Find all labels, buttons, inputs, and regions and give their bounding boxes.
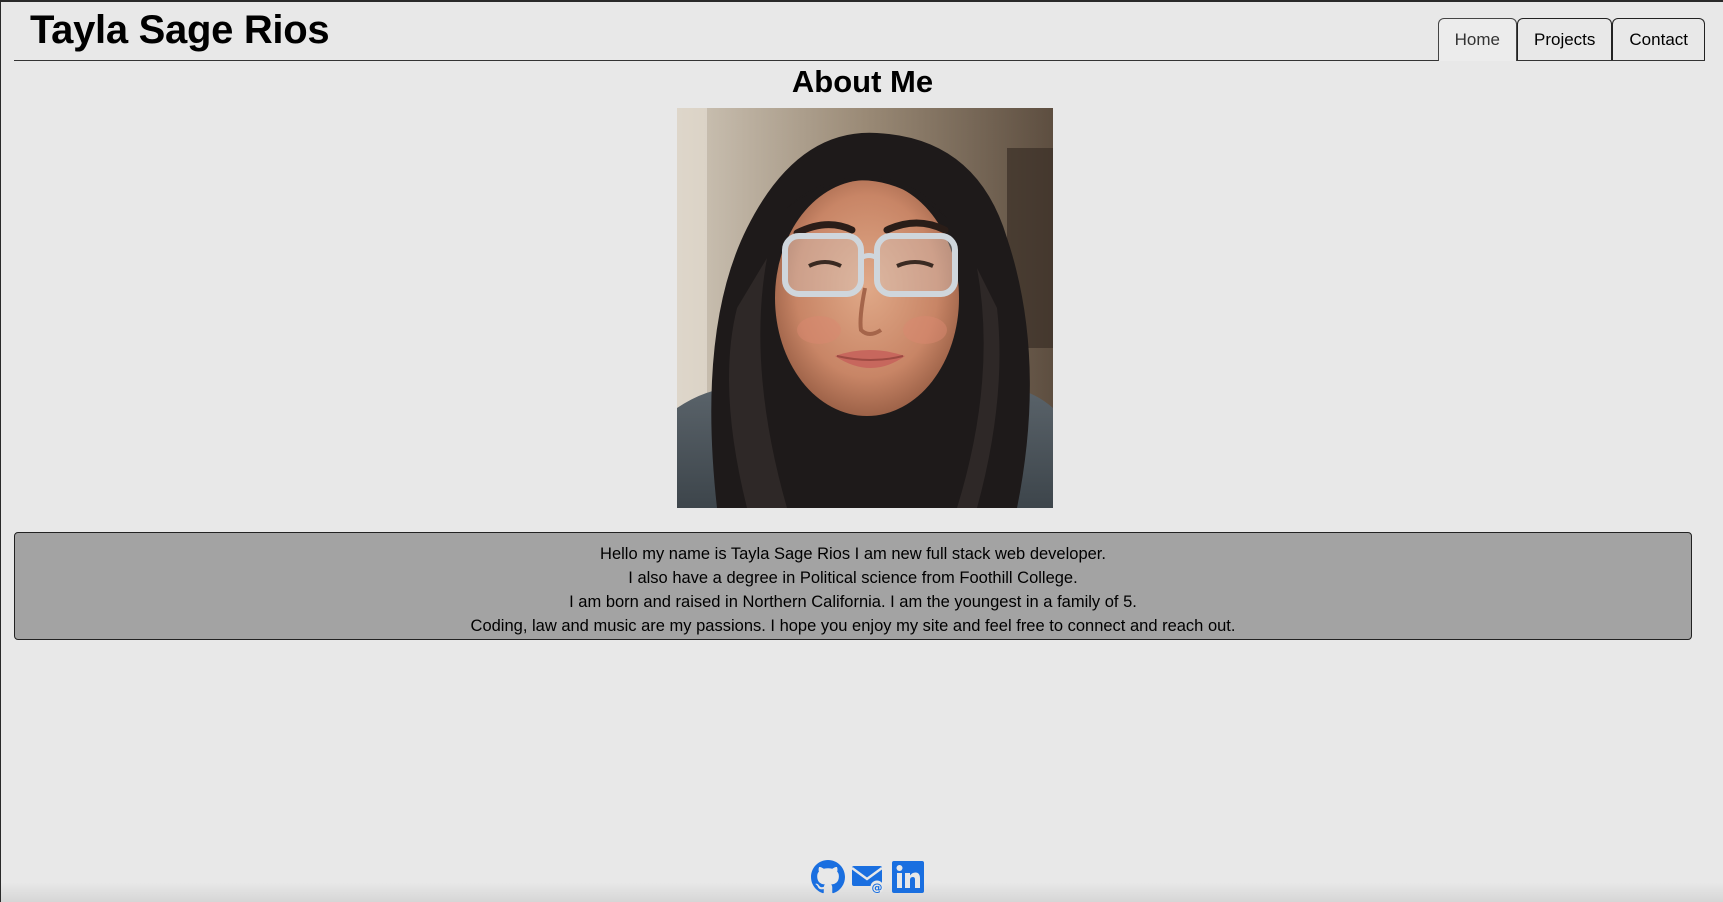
social-links: @ <box>811 860 925 899</box>
profile-photo <box>677 108 1053 508</box>
email-icon: @ <box>851 866 884 894</box>
bio-line: Hello my name is Tayla Sage Rios I am ne… <box>600 545 1106 563</box>
github-link[interactable] <box>811 860 845 899</box>
tab-home[interactable]: Home <box>1437 18 1517 61</box>
linkedin-link[interactable] <box>891 860 925 899</box>
svg-text:@: @ <box>872 881 883 894</box>
github-icon <box>811 860 845 894</box>
main-nav: Home Projects Contact <box>1437 18 1705 61</box>
bio-line: Coding, law and music are my passions. I… <box>470 617 1236 635</box>
about-heading: About Me <box>791 64 934 99</box>
tab-projects[interactable]: Projects <box>1516 18 1613 60</box>
bio-box: Hello my name is Tayla Sage Rios I am ne… <box>14 532 1692 640</box>
bio-line: I am born and raised in Northern Califor… <box>569 593 1137 611</box>
site-header: Tayla Sage Rios Home Projects Contact <box>14 2 1705 61</box>
linkedin-icon <box>892 861 924 893</box>
profile-photo-art <box>677 108 1053 508</box>
email-link[interactable]: @ <box>851 860 885 899</box>
tab-contact[interactable]: Contact <box>1612 18 1705 60</box>
bio-line: I also have a degree in Political scienc… <box>628 569 1078 587</box>
site-title: Tayla Sage Rios <box>30 8 330 52</box>
